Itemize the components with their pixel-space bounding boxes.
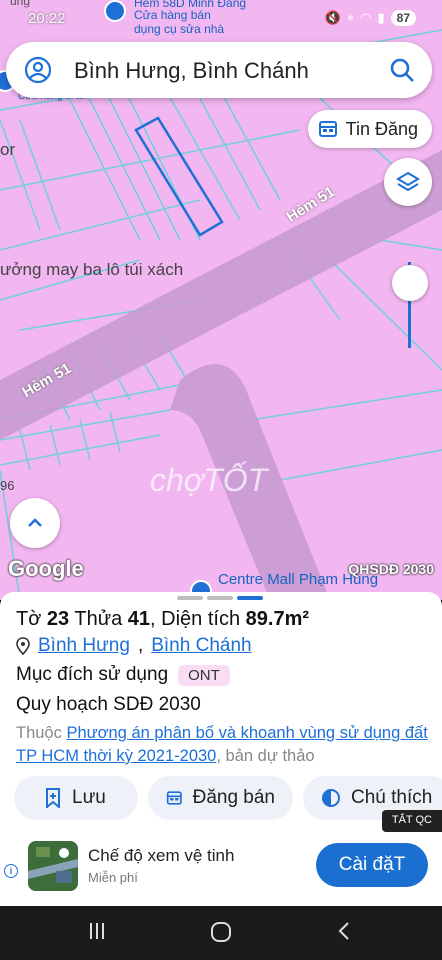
plan-label: Quy hoạch SDĐ 2030	[16, 694, 201, 715]
legend-label: Chú thích	[351, 787, 433, 808]
back-icon[interactable]	[334, 920, 356, 942]
location-icon: ⌖	[346, 10, 355, 25]
search-bar[interactable]: Bình Hưng, Bình Chánh	[6, 42, 432, 98]
google-logo: Google	[8, 556, 84, 581]
parcel-location: Bình Hưng, Bình Chánh	[16, 635, 252, 657]
ad-title[interactable]: Chế độ xem vệ tinh	[88, 846, 234, 866]
tin-dang-label: Tin Đăng	[345, 118, 418, 139]
status-time: 20:22	[28, 10, 66, 27]
battery-badge: 87	[390, 10, 416, 26]
ad-subtitle: Miễn phí	[88, 870, 138, 885]
save-label: Lưu	[72, 787, 106, 808]
tin-dang-button[interactable]: Tin Đăng	[307, 110, 432, 148]
poi-store-line2[interactable]: dụng cụ sửa nhà	[134, 22, 224, 36]
calendar-icon	[318, 121, 337, 137]
post-label: Đăng bán	[192, 787, 275, 808]
close-ad-button[interactable]: TẮT QC	[381, 810, 442, 832]
area-value: 89.7m²	[245, 608, 310, 630]
thua-label: Thửa	[74, 608, 123, 630]
purpose-badge[interactable]: ONT	[178, 664, 230, 686]
thua-value: 41	[127, 608, 151, 630]
poi-centre-mall[interactable]: Centre Mall Phạm Hùng	[218, 572, 378, 587]
info-icon[interactable]: i	[4, 864, 18, 878]
ward-link[interactable]: Bình Hưng	[38, 635, 130, 657]
signal-icon: ▮	[377, 10, 385, 25]
calendar-icon	[166, 791, 182, 805]
map-label-or: or	[0, 140, 16, 159]
post-sale-button[interactable]: Đăng bán	[148, 776, 293, 820]
user-icon[interactable]	[24, 56, 52, 84]
poi-left-top: ung	[10, 0, 31, 8]
source-prefix: Thuộc	[16, 724, 62, 742]
search-icon[interactable]	[388, 56, 416, 84]
mute-icon: 🔇	[324, 10, 341, 25]
land-purpose: Mục đích sử dụng ONT	[16, 664, 230, 686]
map-label-96: 96	[0, 478, 15, 493]
save-button[interactable]: Lưu	[14, 776, 138, 820]
district-link[interactable]: Bình Chánh	[151, 635, 251, 657]
bookmark-plus-icon	[46, 788, 60, 808]
expand-sheet-button[interactable]	[10, 498, 60, 548]
source-suffix: , bản dự thảo	[216, 747, 315, 765]
status-icons: 🔇 ⌖ ◠ ▮ 87	[325, 10, 416, 26]
chevron-up-icon	[28, 518, 42, 527]
to-label: Tờ	[16, 608, 42, 630]
store-pin-icon[interactable]	[104, 0, 126, 22]
satellite-map-icon	[28, 841, 78, 891]
recent-apps-icon[interactable]	[86, 920, 108, 942]
to-value: 23	[46, 608, 70, 630]
parcel-title: Tờ 23 Thửa 41, Diện tích 89.7m²	[16, 608, 309, 631]
plan-source: Thuộc Phương án phân bố và khoanh vùng s…	[16, 722, 430, 768]
layers-icon	[396, 171, 420, 192]
system-navbar	[0, 906, 442, 960]
ad-app-icon[interactable]	[28, 841, 78, 891]
search-input[interactable]: Bình Hưng, Bình Chánh	[74, 58, 309, 84]
opacity-slider-thumb[interactable]	[392, 265, 428, 301]
halfmoon-icon	[322, 789, 340, 807]
layers-button[interactable]	[384, 158, 432, 206]
map-view[interactable]: 20:22 🔇 ⌖ ◠ ▮ 87 Hẻm 58D Minh Đăng Cửa h…	[0, 0, 442, 600]
home-icon[interactable]	[209, 920, 233, 944]
install-button[interactable]: Cài đặT	[316, 843, 428, 887]
wifi-icon: ◠	[360, 10, 372, 25]
action-buttons: Lưu Đăng bán Chú thích	[14, 776, 442, 820]
chotot-watermark: chợTỐT	[150, 462, 268, 498]
poi-store-line1[interactable]: Cửa hàng bán	[134, 8, 211, 22]
purpose-label: Mục đích sử dụng	[16, 664, 169, 685]
area-label: , Diện tích	[150, 608, 241, 630]
sheet-page-indicator	[177, 596, 263, 600]
location-pin-icon	[16, 637, 30, 655]
map-label-workshop[interactable]: ưởng may ba lô túi xách	[0, 260, 183, 280]
